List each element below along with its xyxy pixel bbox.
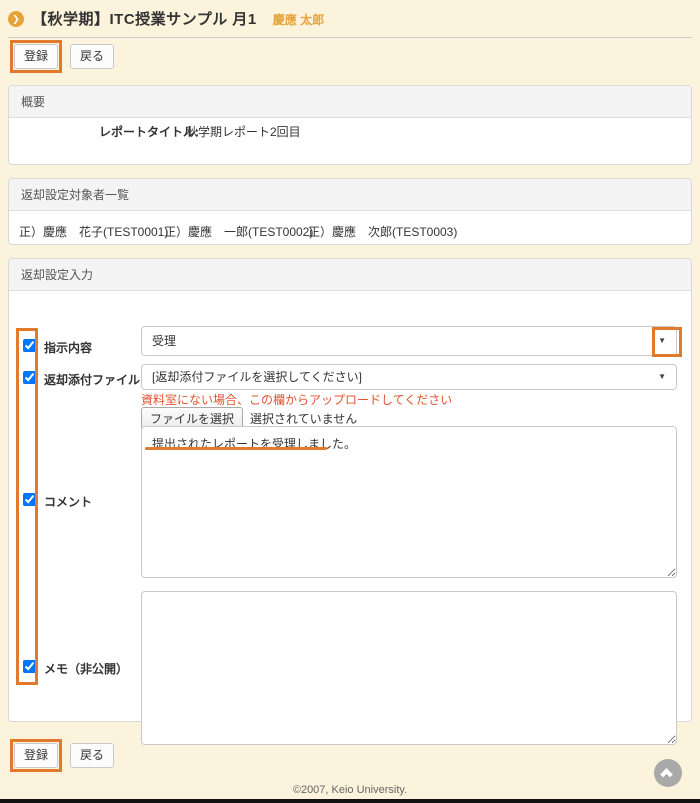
bottom-edge-bar [0,799,700,803]
attachment-label: 返却添付ファイル [44,371,140,388]
targets-panel: 返却設定対象者一覧 正）慶應 花子(TEST0001) 正）慶應 一郎(TEST… [8,178,692,245]
instruction-select-value: 受理 [152,334,176,348]
back-button-top[interactable]: 戻る [70,44,114,69]
header-divider [8,37,692,38]
chevron-up-icon [660,768,673,781]
targets-panel-header: 返却設定対象者一覧 [9,179,691,211]
attachment-select-value: [返却添付ファイルを選択してください] [152,370,362,384]
toolbar-bottom: 登録 戻る [10,739,114,772]
copyright-text: ©2007, Keio University. [0,784,700,796]
register-button-top[interactable]: 登録 [14,44,58,69]
chevron-down-icon: ▼ [658,365,666,389]
instruction-checkbox[interactable] [23,339,36,352]
memo-label: メモ（非公開） [44,660,128,677]
report-title-value: 秋学期レポート2回目 [186,123,301,140]
attachment-checkbox[interactable] [23,371,36,384]
comment-checkbox[interactable] [23,493,36,506]
return-settings-panel-header: 返却設定入力 [9,259,691,291]
register-button-bottom[interactable]: 登録 [14,743,58,768]
memo-checkbox[interactable] [23,660,36,673]
instruction-label: 指示内容 [44,339,92,356]
target-student: 正）慶應 一郎(TEST0002) [164,223,313,240]
toolbar-top: 登録 戻る [10,40,114,73]
back-button-bottom[interactable]: 戻る [70,743,114,768]
instruction-select[interactable]: 受理 ▼ [141,326,677,356]
memo-textarea[interactable] [141,591,677,745]
comment-label: コメント [44,493,92,510]
annotation-box-register-bottom: 登録 [10,739,62,772]
user-name-link[interactable]: 慶應 太郎 [273,11,324,28]
target-student: 正）慶應 次郎(TEST0003) [308,223,457,240]
chevron-right-circle-icon: ❯ [8,11,24,27]
comment-textarea[interactable]: 提出されたレポートを受理しました。 [141,426,677,578]
file-status-text: 選択されていません [250,410,357,427]
scroll-to-top-button[interactable] [654,759,682,787]
attachment-upload-note: 資料室にない場合、この欄からアップロードしてください [141,391,452,408]
return-settings-panel: 返却設定入力 指示内容 受理 ▼ 返却添付ファイル [返却添付ファイルを選択して… [8,258,692,722]
attachment-select[interactable]: [返却添付ファイルを選択してください] ▼ [141,364,677,390]
chevron-down-icon: ▼ [658,327,666,355]
target-student: 正）慶應 花子(TEST0001) [19,223,168,240]
page-header: ❯ 【秋学期】ITC授業サンプル 月1 慶應 太郎 [8,8,324,29]
annotation-box-register-top: 登録 [10,40,62,73]
overview-panel: 概要 レポートタイトル: 秋学期レポート2回目 [8,85,692,165]
page-title: 【秋学期】ITC授業サンプル 月1 [32,8,257,29]
page: ❯ 【秋学期】ITC授業サンプル 月1 慶應 太郎 登録 戻る 概要 レポートタ… [0,0,700,803]
report-title-label: レポートタイトル: [99,123,199,140]
overview-panel-header: 概要 [9,86,691,118]
